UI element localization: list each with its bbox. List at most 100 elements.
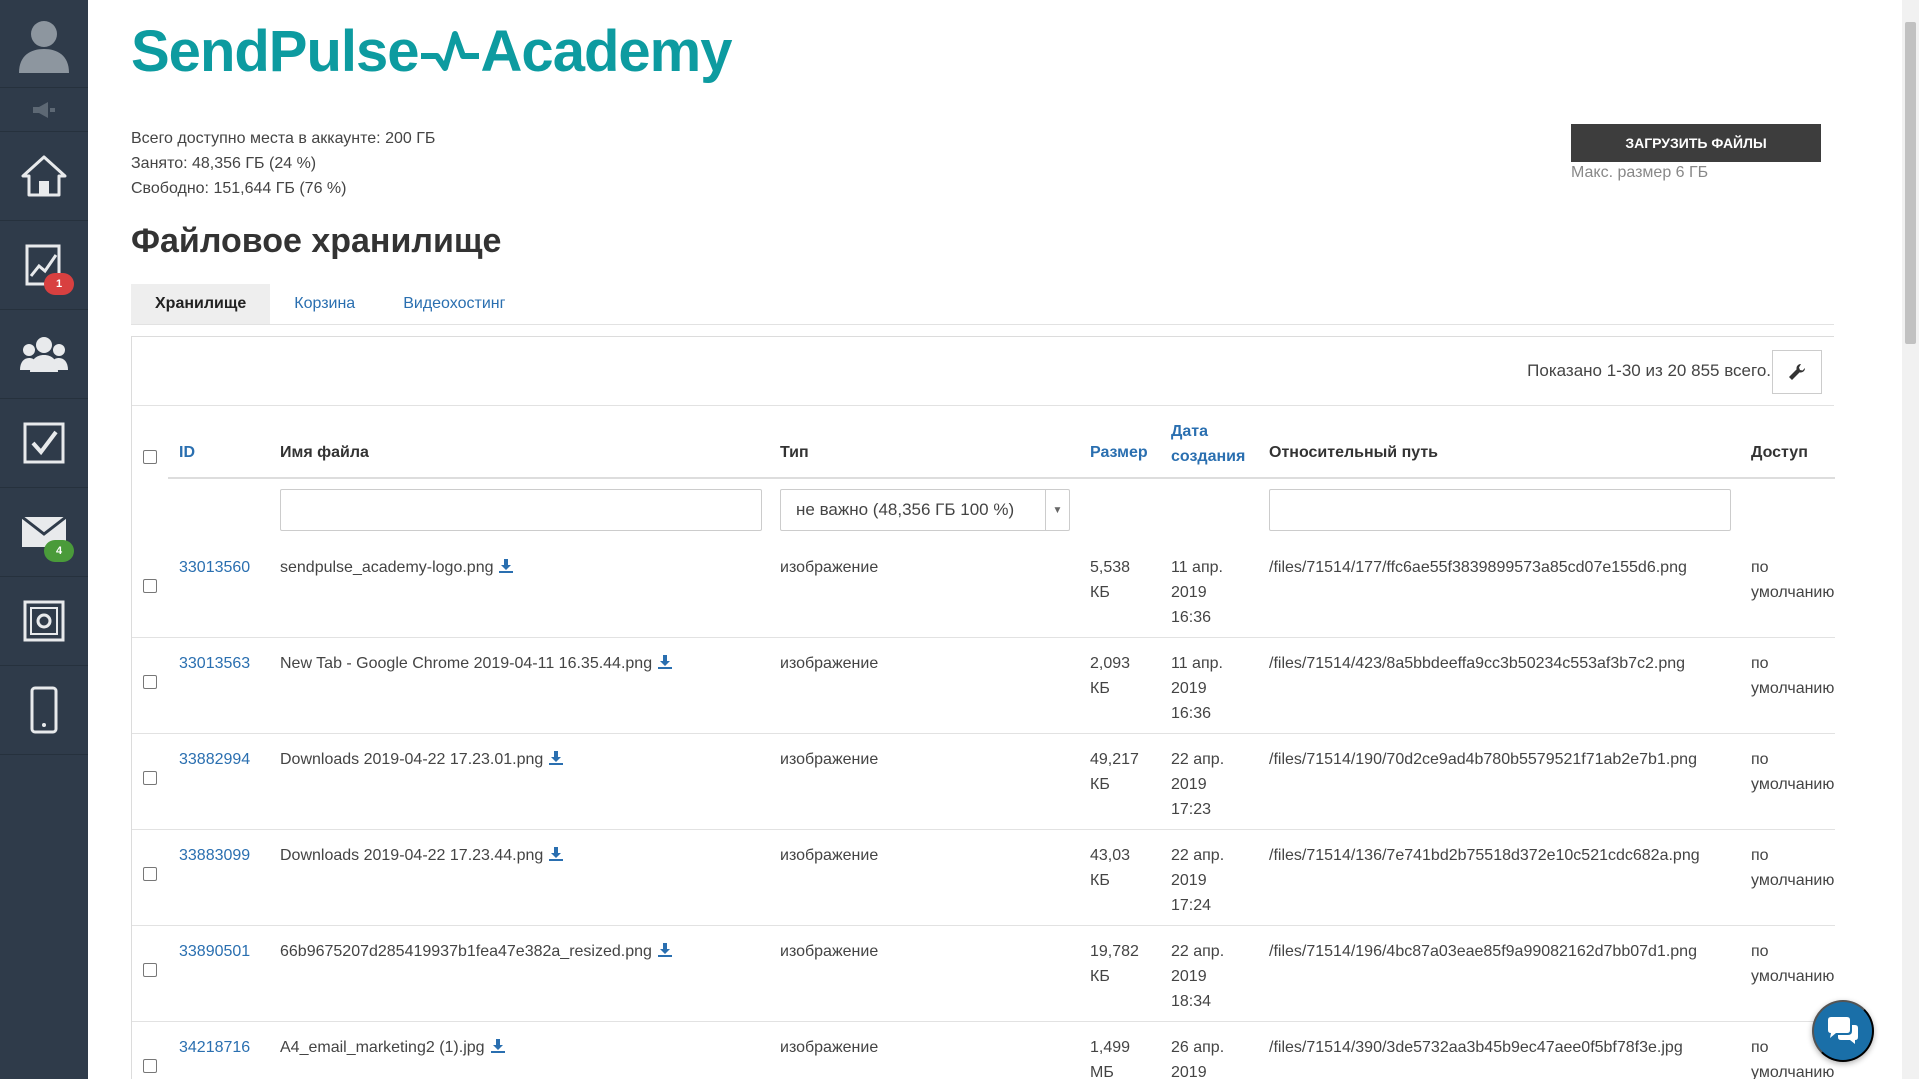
date-time: 17:24 [1171, 897, 1212, 914]
row-checkbox[interactable] [143, 1059, 157, 1073]
sidebar-item-analytics[interactable]: 1 [0, 221, 88, 310]
sidebar-item-notifications[interactable] [0, 88, 88, 132]
file-access: по умолчанию [1751, 939, 1835, 989]
file-name: sendpulse_academy-logo.png [280, 555, 514, 580]
date-time: 18:34 [1171, 993, 1212, 1010]
select-all-checkbox[interactable] [143, 450, 157, 464]
file-type: изображение [780, 751, 879, 768]
page-scrollbar[interactable] [1902, 0, 1919, 1079]
logo-text-right: Academy [480, 19, 733, 84]
date-year: 2019 [1171, 776, 1207, 793]
download-icon[interactable] [498, 558, 514, 574]
file-id-link[interactable]: 33013563 [179, 651, 250, 676]
file-type: изображение [780, 559, 879, 576]
table-row: 33013560 sendpulse_academy-logo.png изоб… [132, 542, 1835, 638]
chat-widget-button[interactable] [1812, 1000, 1874, 1062]
settings-button[interactable] [1772, 350, 1822, 394]
column-header-size[interactable]: Размер [1090, 444, 1148, 462]
file-name: 66b9675207d285419937b1fea47e382a_resized… [280, 939, 673, 964]
storage-quota: Всего доступно места в аккаунте: 200 ГБ … [131, 126, 435, 201]
sidebar-item-mobile[interactable] [0, 666, 88, 755]
file-id-link[interactable]: 33883099 [179, 843, 250, 868]
download-icon[interactable] [548, 750, 564, 766]
access-line2: умолчанию [1751, 872, 1835, 889]
sidebar-item-audience[interactable] [0, 310, 88, 399]
file-size: 1,499 МБ [1090, 1035, 1130, 1079]
table-row: 33883099 Downloads 2019-04-22 17.23.44.p… [132, 830, 1835, 926]
size-value: 49,217 [1090, 751, 1139, 768]
wrench-icon [1789, 364, 1805, 380]
file-type: изображение [780, 943, 879, 960]
tasks-check-icon [23, 422, 65, 464]
file-name-text: 66b9675207d285419937b1fea47e382a_resized… [280, 943, 652, 960]
tab-storage[interactable]: Хранилище [131, 284, 271, 324]
column-header-id[interactable]: ID [179, 444, 195, 462]
size-value: 1,499 [1090, 1039, 1131, 1056]
file-access: по умолчанию [1751, 555, 1835, 605]
file-access: по умолчанию [1751, 747, 1835, 797]
file-id-link[interactable]: 33013560 [179, 555, 250, 580]
size-value: 43,03 [1090, 847, 1131, 864]
file-id-link[interactable]: 33882994 [179, 747, 250, 772]
filename-filter-input[interactable] [280, 489, 762, 531]
download-icon[interactable] [490, 1038, 506, 1054]
row-checkbox[interactable] [143, 771, 157, 785]
file-type: изображение [780, 847, 879, 864]
email-badge: 4 [44, 540, 74, 562]
date-day: 22 апр. [1171, 751, 1225, 768]
size-value: 2,093 [1090, 655, 1131, 672]
row-checkbox[interactable] [143, 867, 157, 881]
file-date: 11 апр. 2019 16:36 [1171, 651, 1223, 726]
sidebar-item-email[interactable]: 4 [0, 488, 88, 577]
row-checkbox[interactable] [143, 579, 157, 593]
brand-logo[interactable]: SendPulse Academy [131, 18, 733, 85]
quota-free: Свободно: 151,644 ГБ (76 %) [131, 180, 347, 197]
tabs: Хранилище Корзина Видеохостинг [131, 284, 1834, 325]
column-header-type: Тип [780, 444, 809, 461]
page-title: Файловое хранилище [131, 222, 502, 260]
download-icon[interactable] [657, 942, 673, 958]
mobile-icon [30, 686, 58, 734]
size-unit: КБ [1090, 584, 1110, 601]
sidebar-item-tasks[interactable] [0, 399, 88, 488]
sidebar-item-storage[interactable] [0, 577, 88, 666]
file-date: 22 апр. 2019 17:23 [1171, 747, 1224, 822]
storage-safe-icon [23, 600, 65, 642]
download-icon[interactable] [548, 846, 564, 862]
file-type: изображение [780, 1039, 879, 1056]
type-filter-select[interactable]: не важно (48,356 ГБ 100 %) ▼ [780, 489, 1070, 531]
date-year: 2019 [1171, 1064, 1207, 1079]
date-year: 2019 [1171, 872, 1207, 889]
column-header-access: Доступ [1751, 444, 1808, 461]
access-line2: умолчанию [1751, 584, 1835, 601]
file-name: New Tab - Google Chrome 2019-04-11 16.35… [280, 651, 673, 676]
tab-trash[interactable]: Корзина [270, 284, 379, 324]
file-access: по умолчанию [1751, 651, 1835, 701]
access-line2: умолчанию [1751, 680, 1835, 697]
file-name-text: A4_email_marketing2 (1).jpg [280, 1039, 485, 1056]
column-header-date[interactable]: Дата создания [1171, 419, 1245, 469]
scrollbar-thumb[interactable] [1905, 22, 1916, 344]
date-year: 2019 [1171, 584, 1207, 601]
row-checkbox[interactable] [143, 675, 157, 689]
sidebar-item-profile[interactable] [0, 0, 88, 88]
file-name: Downloads 2019-04-22 17.23.44.png [280, 843, 564, 868]
path-filter-input[interactable] [1269, 489, 1731, 531]
size-value: 5,538 [1090, 559, 1131, 576]
size-unit: КБ [1090, 968, 1110, 985]
tab-video-hosting[interactable]: Видеохостинг [379, 284, 529, 324]
file-rows: 33013560 sendpulse_academy-logo.png изоб… [132, 542, 1835, 1079]
file-id-link[interactable]: 34218716 [179, 1035, 250, 1060]
table-row: 33890501 66b9675207d285419937b1fea47e382… [132, 926, 1835, 1022]
size-value: 19,782 [1090, 943, 1139, 960]
table-row: 33882994 Downloads 2019-04-22 17.23.01.p… [132, 734, 1835, 830]
size-unit: КБ [1090, 776, 1110, 793]
file-size: 5,538 КБ [1090, 555, 1130, 605]
file-name-text: Downloads 2019-04-22 17.23.44.png [280, 847, 544, 864]
sidebar-item-home[interactable] [0, 132, 88, 221]
row-checkbox[interactable] [143, 963, 157, 977]
file-id-link[interactable]: 33890501 [179, 939, 250, 964]
upload-files-button[interactable]: ЗАГРУЗИТЬ ФАЙЛЫ [1571, 124, 1821, 162]
download-icon[interactable] [657, 654, 673, 670]
file-path: /files/71514/177/ffc6ae55f3839899573a85c… [1269, 559, 1687, 576]
